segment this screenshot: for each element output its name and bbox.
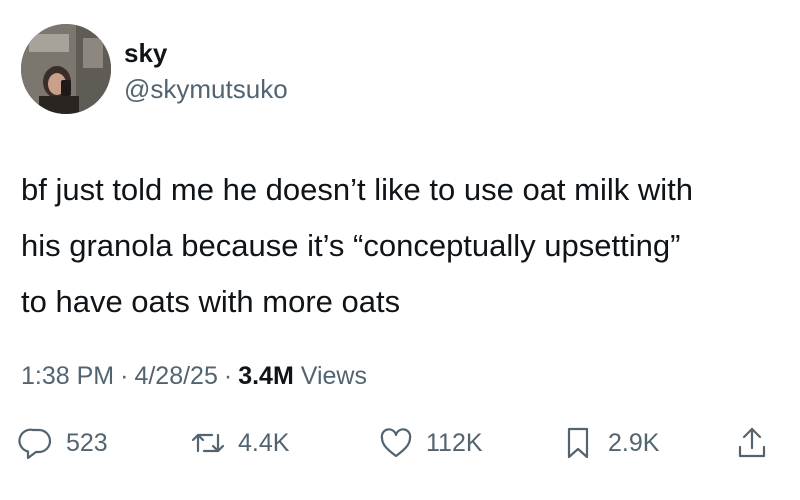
tweet-text-line: his granola because it’s “conceptually u… [21,228,681,263]
meta-separator: · [120,362,129,390]
repost-button[interactable]: 4.4K [190,420,289,466]
tweet-text-line: to have oats with more oats [21,284,401,319]
bookmark-count: 2.9K [608,428,660,457]
reply-button[interactable]: 523 [18,420,108,466]
heart-icon [380,428,412,458]
avatar-photo [21,24,111,114]
user-handle[interactable]: @skymutsuko [124,74,288,104]
display-name[interactable]: sky [124,38,167,68]
bookmark-button[interactable]: 2.9K [560,420,659,466]
tweet-text: bf just told me he doesn’t like to use o… [21,162,781,330]
meta-separator: · [223,362,233,390]
avatar[interactable] [21,24,111,114]
bookmark-icon [567,427,589,459]
reply-count: 523 [66,428,108,457]
like-button[interactable]: 112K [378,420,483,466]
action-bar: 523 4.4K 112K 2.9K [0,420,800,470]
like-count: 112K [426,428,483,457]
tweet-meta: 1:38 PM · 4/28/25 · 3.4M Views [21,360,367,392]
tweet-time[interactable]: 1:38 PM [21,362,114,390]
share-icon [738,427,766,458]
tweet-card: sky @skymutsuko bf just told me he doesn… [0,0,800,500]
repost-count: 4.4K [238,428,290,457]
share-button[interactable] [734,420,770,466]
tweet-date[interactable]: 4/28/25 [134,362,217,390]
reply-icon [18,428,52,460]
views-count[interactable]: 3.4M [238,362,294,390]
views-label: Views [300,362,367,390]
repost-icon [191,433,225,453]
tweet-text-line: bf just told me he doesn’t like to use o… [21,172,693,207]
